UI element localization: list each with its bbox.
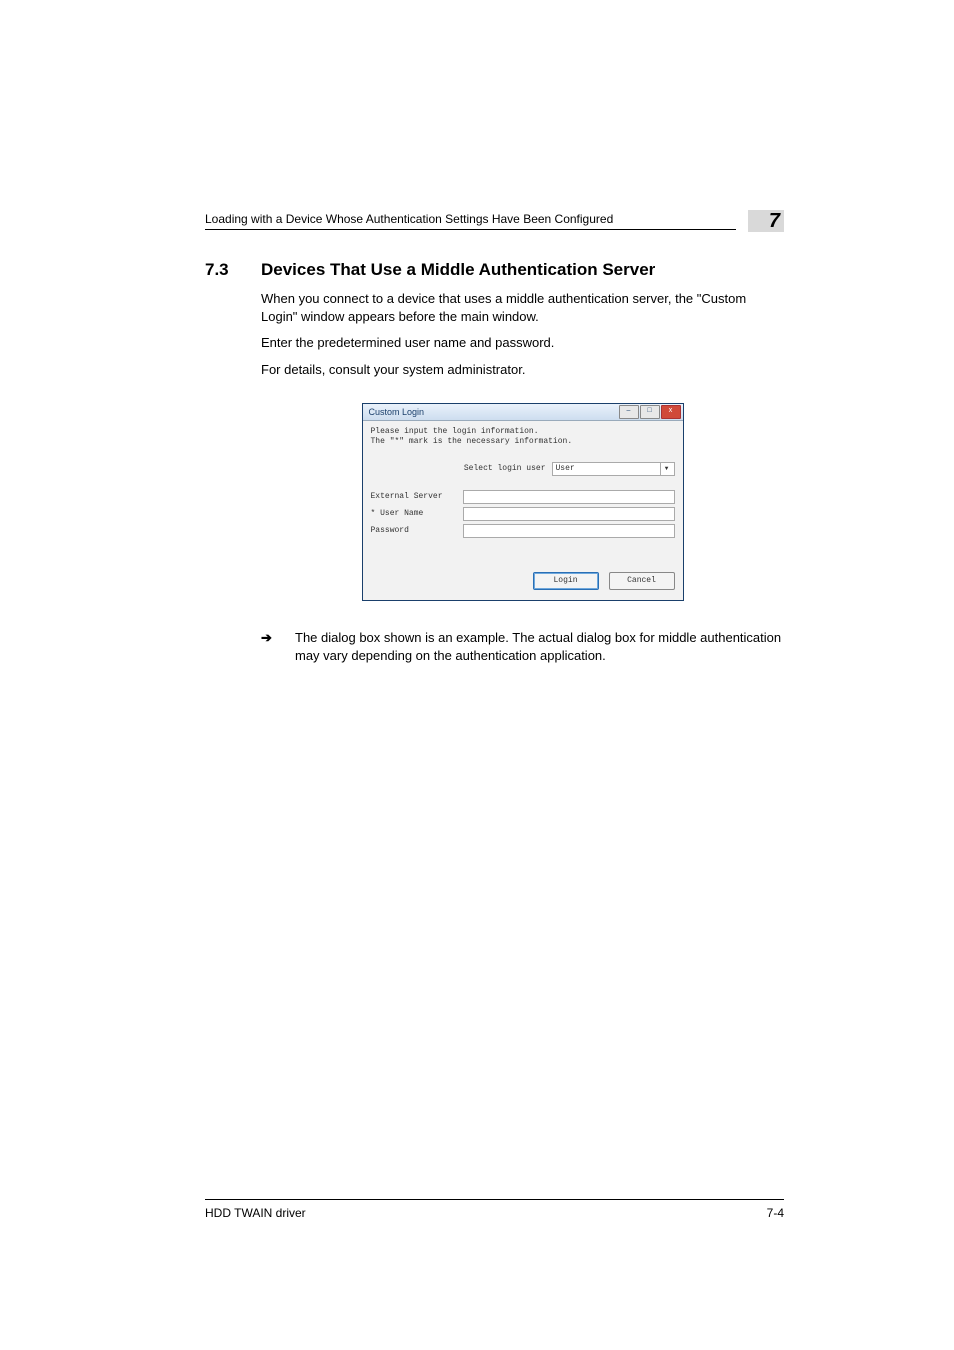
custom-login-dialog: Custom Login – □ x Please input the logi… [362,403,684,601]
maximize-icon[interactable]: □ [640,405,660,419]
body-text: When you connect to a device that uses a… [261,290,784,379]
login-button[interactable]: Login [533,572,599,590]
running-header-text: Loading with a Device Whose Authenticati… [205,212,736,230]
chapter-number-box: 7 [748,210,784,232]
select-login-user-label: Select login user [464,464,546,473]
password-label: Password [371,526,463,535]
arrow-icon: ➔ [261,629,277,667]
dialog-message-line: The "*" mark is the necessary informatio… [371,437,675,447]
login-button-label: Login [553,576,577,585]
section-title: Devices That Use a Middle Authentication… [261,260,655,280]
paragraph: Enter the predetermined user name and pa… [261,334,784,352]
footer-left: HDD TWAIN driver [205,1206,306,1220]
note-text: The dialog box shown is an example. The … [295,629,784,667]
note: ➔ The dialog box shown is an example. Th… [261,629,784,667]
select-login-user-value: User [556,464,575,473]
chapter-number: 7 [769,210,780,233]
minimize-icon[interactable]: – [619,405,639,419]
external-server-input[interactable] [463,490,675,504]
dialog-message: Please input the login information. The … [371,427,675,448]
paragraph: When you connect to a device that uses a… [261,290,784,326]
external-server-label: External Server [371,492,463,501]
page-footer: HDD TWAIN driver 7-4 [205,1199,784,1220]
dialog-titlebar: Custom Login – □ x [363,404,683,421]
user-name-input[interactable] [463,507,675,521]
dialog-title: Custom Login [369,407,425,417]
section-heading: 7.3 Devices That Use a Middle Authentica… [205,260,784,280]
select-login-user-dropdown[interactable]: User ▼ [552,462,675,476]
cancel-button[interactable]: Cancel [609,572,675,590]
dialog-message-line: Please input the login information. [371,427,675,437]
cancel-button-label: Cancel [627,576,656,585]
chevron-down-icon: ▼ [660,463,673,475]
password-input[interactable] [463,524,675,538]
running-header: Loading with a Device Whose Authenticati… [205,210,784,232]
user-name-label: * User Name [371,509,463,518]
close-icon[interactable]: x [661,405,681,419]
section-number: 7.3 [205,260,233,280]
footer-page-number: 7-4 [767,1206,784,1220]
paragraph: For details, consult your system adminis… [261,361,784,379]
